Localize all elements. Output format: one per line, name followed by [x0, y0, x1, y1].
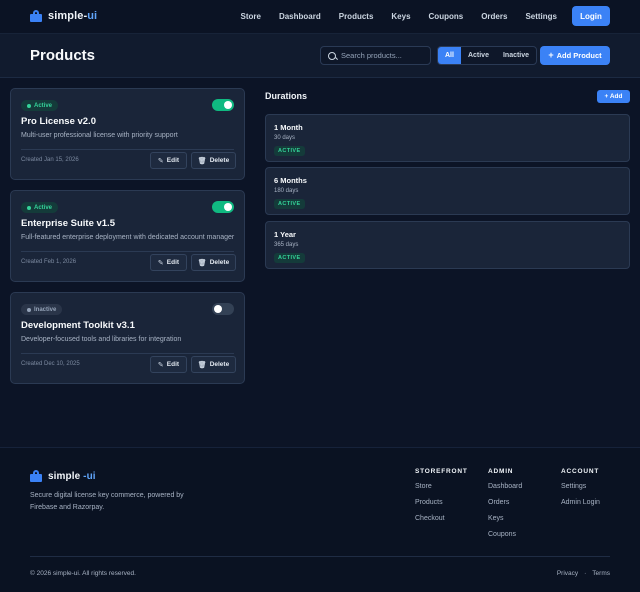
duration-status-badge: ACTIVE	[274, 146, 305, 156]
nav-link-settings[interactable]: Settings	[525, 12, 557, 21]
created-date: Created Jan 15, 2026	[21, 157, 79, 163]
add-product-button[interactable]: + Add Product	[540, 46, 610, 65]
edit-button[interactable]: ✎ Edit	[150, 254, 187, 271]
shopping-bag-icon	[30, 10, 42, 22]
footer-column-account: ACCOUNT Settings Admin Login	[561, 468, 600, 515]
footer-link-checkout[interactable]: Checkout	[415, 515, 468, 523]
status-filter-group: All Active Inactive	[437, 46, 538, 65]
card-divider	[21, 149, 234, 150]
footer-divider	[30, 556, 610, 557]
edit-button[interactable]: ✎ Edit	[150, 152, 187, 169]
trash-icon: 🗑	[197, 259, 207, 267]
add-duration-button[interactable]: + Add	[597, 90, 630, 103]
footer-column-admin: ADMIN Dashboard Orders Keys Coupons	[488, 468, 522, 547]
footer-link-coupons[interactable]: Coupons	[488, 531, 522, 539]
plus-icon: +	[548, 50, 554, 60]
search-placeholder: Search products...	[341, 51, 402, 60]
footer: simple -ui Secure digital license key co…	[0, 447, 640, 592]
filter-inactive[interactable]: Inactive	[496, 47, 536, 64]
nav-link-keys[interactable]: Keys	[391, 12, 410, 21]
product-name: Development Toolkit v3.1	[21, 320, 135, 331]
duration-name: 6 Months	[274, 176, 307, 185]
duration-name: 1 Year	[274, 230, 296, 239]
brand-name: simple-ui	[48, 10, 98, 22]
pencil-icon: ✎	[157, 259, 164, 267]
footer-heading: ACCOUNT	[561, 468, 600, 475]
duration-status-badge: ACTIVE	[274, 199, 305, 209]
search-icon	[328, 51, 336, 60]
legal-links: Privacy · Terms	[557, 570, 610, 577]
durations-title: Durations	[265, 91, 308, 101]
privacy-link[interactable]: Privacy	[557, 570, 578, 577]
footer-link-dashboard[interactable]: Dashboard	[488, 483, 522, 491]
pencil-icon: ✎	[157, 361, 164, 369]
created-date: Created Feb 1, 2026	[21, 259, 77, 265]
footer-heading: ADMIN	[488, 468, 514, 475]
footer-link-keys[interactable]: Keys	[488, 515, 522, 523]
product-name: Enterprise Suite v1.5	[21, 218, 115, 229]
nav-links: Store Dashboard Products Keys Coupons Or…	[222, 6, 610, 26]
product-description: Multi-user professional license with pri…	[21, 132, 178, 139]
footer-link-admin-login[interactable]: Admin Login	[561, 499, 600, 507]
product-enabled-toggle[interactable]	[212, 99, 234, 111]
trash-icon: 🗑	[197, 157, 207, 165]
product-card: Active Enterprise Suite v1.5 Full-featur…	[10, 190, 245, 282]
duration-days: 365 days	[274, 242, 299, 248]
footer-brand-name: simple -ui	[48, 470, 96, 482]
footer-column-storefront: STOREFRONT Store Products Checkout	[415, 468, 468, 531]
created-date: Created Dec 10, 2025	[21, 361, 80, 367]
product-description: Developer-focused tools and libraries fo…	[21, 336, 182, 343]
login-button[interactable]: Login	[572, 6, 610, 26]
copyright: © 2026 simple-ui. All rights reserved.	[30, 570, 136, 577]
nav-link-store[interactable]: Store	[240, 12, 260, 21]
card-divider	[21, 353, 234, 354]
filter-all[interactable]: All	[438, 47, 461, 64]
product-description: Full-featured enterprise deployment with…	[21, 234, 235, 241]
nav-link-orders[interactable]: Orders	[481, 12, 507, 21]
brand-logo[interactable]: simple-ui	[30, 10, 97, 22]
search-input[interactable]: Search products...	[320, 46, 431, 65]
shopping-bag-icon	[30, 470, 42, 482]
top-navbar: simple-ui Store Dashboard Products Keys …	[0, 0, 640, 34]
trash-icon: 🗑	[197, 361, 207, 369]
duration-name: 1 Month	[274, 123, 303, 132]
page-title: Products	[30, 47, 96, 64]
product-card: Active Pro License v2.0 Multi-user profe…	[10, 88, 245, 180]
footer-tagline: Secure digital license key commerce, pow…	[30, 492, 184, 511]
separator: ·	[584, 570, 587, 577]
footer-link-products[interactable]: Products	[415, 499, 468, 507]
footer-brand[interactable]: simple -ui	[30, 470, 96, 482]
add-product-label: Add Product	[556, 51, 602, 60]
footer-heading: STOREFRONT	[415, 468, 468, 475]
page-header: Products Search products... All Active I…	[0, 34, 640, 78]
delete-button[interactable]: 🗑 Delete	[191, 356, 236, 373]
product-name: Pro License v2.0	[21, 116, 96, 127]
duration-days: 30 days	[274, 135, 296, 141]
status-badge: Active	[21, 100, 59, 111]
nav-link-coupons[interactable]: Coupons	[429, 12, 464, 21]
terms-link[interactable]: Terms	[592, 570, 610, 577]
duration-card[interactable]: 1 Year 365 days ACTIVE	[265, 221, 630, 269]
duration-days: 180 days	[274, 188, 299, 194]
pencil-icon: ✎	[157, 157, 164, 165]
nav-link-dashboard[interactable]: Dashboard	[279, 12, 321, 21]
nav-link-products[interactable]: Products	[339, 12, 374, 21]
status-badge: Active	[21, 202, 59, 213]
product-card: Inactive Development Toolkit v3.1 Develo…	[10, 292, 245, 384]
duration-status-badge: ACTIVE	[274, 253, 305, 263]
card-divider	[21, 251, 234, 252]
duration-card[interactable]: 1 Month 30 days ACTIVE	[265, 114, 630, 162]
filter-active[interactable]: Active	[461, 47, 496, 64]
product-enabled-toggle[interactable]	[212, 201, 234, 213]
duration-card[interactable]: 6 Months 180 days ACTIVE	[265, 167, 630, 215]
delete-button[interactable]: 🗑 Delete	[191, 254, 236, 271]
footer-link-store[interactable]: Store	[415, 483, 468, 491]
delete-button[interactable]: 🗑 Delete	[191, 152, 236, 169]
product-enabled-toggle[interactable]	[212, 303, 234, 315]
footer-link-orders[interactable]: Orders	[488, 499, 522, 507]
status-badge: Inactive	[21, 304, 63, 315]
footer-link-settings[interactable]: Settings	[561, 483, 600, 491]
edit-button[interactable]: ✎ Edit	[150, 356, 187, 373]
